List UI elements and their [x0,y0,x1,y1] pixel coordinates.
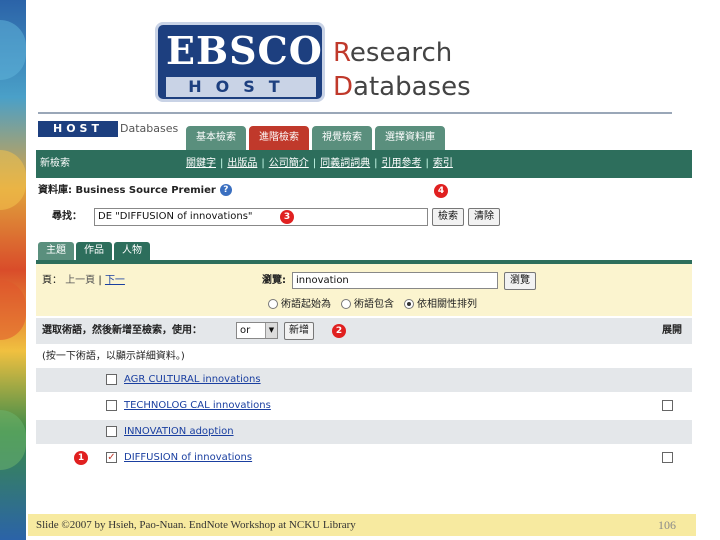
term-checkbox[interactable] [106,426,117,437]
database-label: 資料庫: Business Source Premier? [38,184,232,198]
term-link[interactable]: AGR CULTURAL innovations [124,373,261,387]
nav-cited-references[interactable]: 引用參考 [382,156,422,172]
list-item: INNOVATION adoption [36,420,692,444]
logo-ebsco-text: EBSCO [166,28,323,73]
expand-column-label: 展開 [662,325,682,336]
search-input[interactable]: DE "DIFFUSION of innovations" [94,208,428,226]
callout-3: 3 [280,210,294,224]
browse-button[interactable]: 瀏覽 [504,272,536,290]
logo-line-research: Research [333,38,453,68]
radio-icon [341,299,351,309]
nav-separator: | [220,158,224,169]
term-link[interactable]: TECHNOLOG CAL innovations [124,399,271,413]
slide: EBSCO HOST Research Databases HOST Datab… [0,0,720,540]
divider [38,112,672,114]
tab-people[interactable]: 人物 [114,242,150,260]
radio-term-begins-with[interactable]: 術語起始為 [268,298,331,312]
tab-choose-database[interactable]: 選擇資料庫 [375,126,445,150]
wave-decoration [0,280,26,340]
radio-icon [268,299,278,309]
term-link[interactable]: DIFFUSION of innovations [124,451,252,465]
term-checkbox-checked[interactable]: ✓ [106,452,117,463]
mini-databases-text: Databases [120,122,179,135]
browse-tabs: 主題 作品 人物 [38,242,150,260]
browse-input[interactable]: innovation [292,272,498,289]
expand-checkbox[interactable] [662,452,673,463]
nav-publications[interactable]: 出版品 [227,156,257,172]
browse-label: 瀏覽: [262,275,286,286]
nav-separator: | [425,158,429,169]
browse-panel: 頁： 上一頁 | 下一 瀏覽: innovation 瀏覽 術語起始為 術語包含… [36,264,692,316]
nav-separator: | [261,158,265,169]
term-link[interactable]: INNOVATION adoption [124,425,234,439]
list-item: TECHNOLOG CAL innovations [36,394,692,418]
search-mode-tabs: 基本檢索 進階檢索 視覺檢索 選擇資料庫 [186,126,445,150]
tab-works[interactable]: 作品 [76,242,112,260]
slide-number: 106 [658,518,676,532]
term-checkbox[interactable] [106,400,117,411]
find-label: 尋找： [52,211,82,222]
help-icon[interactable]: ? [219,184,232,196]
term-checkbox[interactable] [106,374,117,385]
add-button[interactable]: 新增 [284,322,314,340]
nav-indexes[interactable]: 索引 [433,156,453,172]
browse-options: 術語起始為 術語包含 依相關性排列 [268,298,477,312]
nav-separator: | [312,158,317,169]
mini-host-logo: HOST [38,121,118,137]
list-item: 1 ✓ DIFFUSION of innovations [36,446,692,470]
next-page-link[interactable]: 下一 [105,275,125,286]
expand-checkbox[interactable] [662,400,673,411]
search-button[interactable]: 檢索 [432,208,464,226]
callout-1: 1 [74,451,88,465]
decorative-strip [0,0,26,540]
navbar: 新檢索 關鍵字 | 出版品 | 公司簡介 | 同義詞詞典 | 引用參考 | 索引 [36,150,692,178]
hint-text: (按一下術語，以顯示詳細資料。) [42,351,185,362]
tab-basic-search[interactable]: 基本檢索 [186,126,246,150]
prev-page-link[interactable]: 上一頁 [65,275,95,286]
logo-research-databases: Research Databases [333,36,471,104]
list-item: AGR CULTURAL innovations [36,368,692,392]
wave-decoration [0,20,26,80]
tab-subjects[interactable]: 主題 [38,242,74,260]
clear-button[interactable]: 清除 [468,208,500,226]
operator-select[interactable]: or ▼ [236,322,278,339]
radio-term-contains[interactable]: 術語包含 [341,298,394,312]
slide-footer: Slide ©2007 by Hsieh, Pao-Nuan. EndNote … [28,514,696,536]
select-terms-row: 選取術語，然後新增至檢索，使用： or ▼ 新增 2 展開 [36,318,692,344]
wave-decoration [0,150,26,210]
logo-host-text: HOST [166,77,316,97]
new-search-link[interactable]: 新檢索 [40,156,70,172]
footer-credit: Slide ©2007 by Hsieh, Pao-Nuan. EndNote … [36,519,356,531]
radio-selected-icon [404,299,414,309]
select-terms-label: 選取術語，然後新增至檢索，使用： [42,325,202,336]
app-header: HOST Databases 基本檢索 進階檢索 視覺檢索 選擇資料庫 [36,118,692,150]
nav-company-profiles[interactable]: 公司簡介 [269,156,309,172]
nav-links: 關鍵字 | 出版品 | 公司簡介 | 同義詞詞典 | 引用參考 | 索引 [186,156,453,172]
tab-visual-search[interactable]: 視覺檢索 [312,126,372,150]
wave-decoration [0,410,26,470]
chevron-down-icon: ▼ [265,323,277,338]
ebsco-screenshot: HOST Databases 基本檢索 進階檢索 視覺檢索 選擇資料庫 新檢索 … [36,118,692,474]
logo-line-databases: Databases [333,72,471,102]
tab-advanced-search[interactable]: 進階檢索 [249,126,309,150]
ebsco-host-logo: EBSCO HOST [155,22,325,102]
nav-separator: | [374,158,378,169]
callout-4: 4 [434,184,448,198]
nav-keyword[interactable]: 關鍵字 [186,156,216,172]
pager: 頁： 上一頁 | 下一 [42,275,125,286]
callout-2: 2 [332,324,346,338]
nav-thesaurus[interactable]: 同義詞詞典 [320,156,370,172]
radio-relevancy-ranked[interactable]: 依相關性排列 [404,298,477,312]
